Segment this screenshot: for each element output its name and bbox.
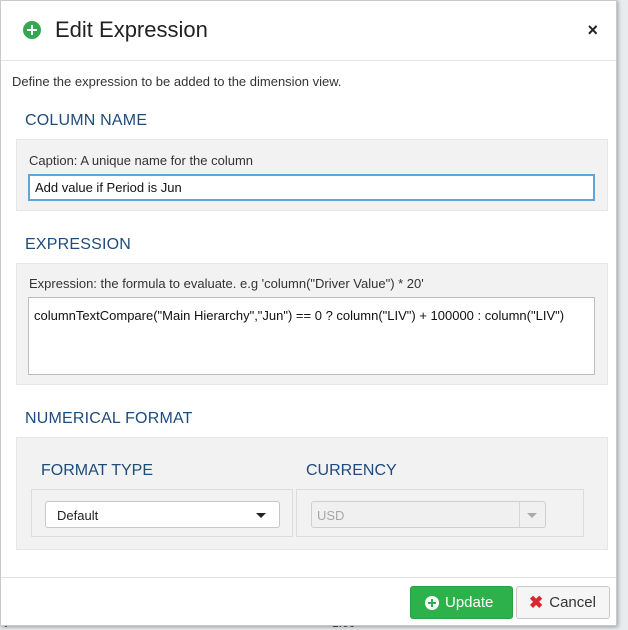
currency-label: CURRENCY — [306, 462, 397, 479]
update-button[interactable]: Update — [410, 586, 513, 619]
numerical-format-panel: FORMAT TYPE Default CURRENCY USD — [16, 437, 608, 550]
currency-select: USD — [311, 501, 546, 528]
expression-heading: EXPRESSION — [25, 236, 132, 253]
plus-circle-icon — [23, 21, 41, 39]
currency-value: USD — [317, 508, 345, 523]
cancel-label: Cancel — [549, 594, 596, 611]
currency-caret-wrap — [519, 502, 545, 527]
expression-label: Expression: the formula to evaluate. e.g… — [29, 276, 424, 291]
column-name-panel: Caption: A unique name for the column — [16, 139, 608, 211]
format-type-select[interactable]: Default — [45, 501, 280, 528]
format-type-label: FORMAT TYPE — [41, 462, 154, 479]
dialog-footer: Update ✖ Cancel — [1, 577, 616, 627]
expression-textarea[interactable]: columnTextCompare("Main Hierarchy","Jun"… — [28, 297, 595, 375]
expression-panel: Expression: the formula to evaluate. e.g… — [16, 263, 608, 385]
cancel-button[interactable]: ✖ Cancel — [516, 586, 610, 619]
chevron-down-icon — [256, 513, 266, 518]
caption-label: Caption: A unique name for the column — [29, 153, 254, 168]
close-x-icon: ✖ — [529, 593, 544, 612]
close-icon[interactable]: × — [587, 21, 598, 39]
update-label: Update — [445, 594, 494, 611]
format-type-frame: Default — [31, 489, 293, 537]
plus-circle-icon — [425, 595, 439, 610]
dialog-header: Edit Expression × — [1, 1, 616, 61]
currency-frame: USD — [296, 489, 584, 537]
caption-input[interactable] — [28, 174, 595, 201]
chevron-down-icon — [527, 513, 537, 518]
edit-expression-dialog: Edit Expression × Define the expression … — [0, 0, 617, 626]
dialog-title: Edit Expression — [55, 17, 208, 42]
numerical-format-heading: NUMERICAL FORMAT — [25, 410, 193, 427]
column-name-heading: COLUMN NAME — [25, 112, 148, 129]
dialog-description: Define the expression to be added to the… — [12, 74, 342, 89]
format-type-value: Default — [57, 508, 99, 523]
